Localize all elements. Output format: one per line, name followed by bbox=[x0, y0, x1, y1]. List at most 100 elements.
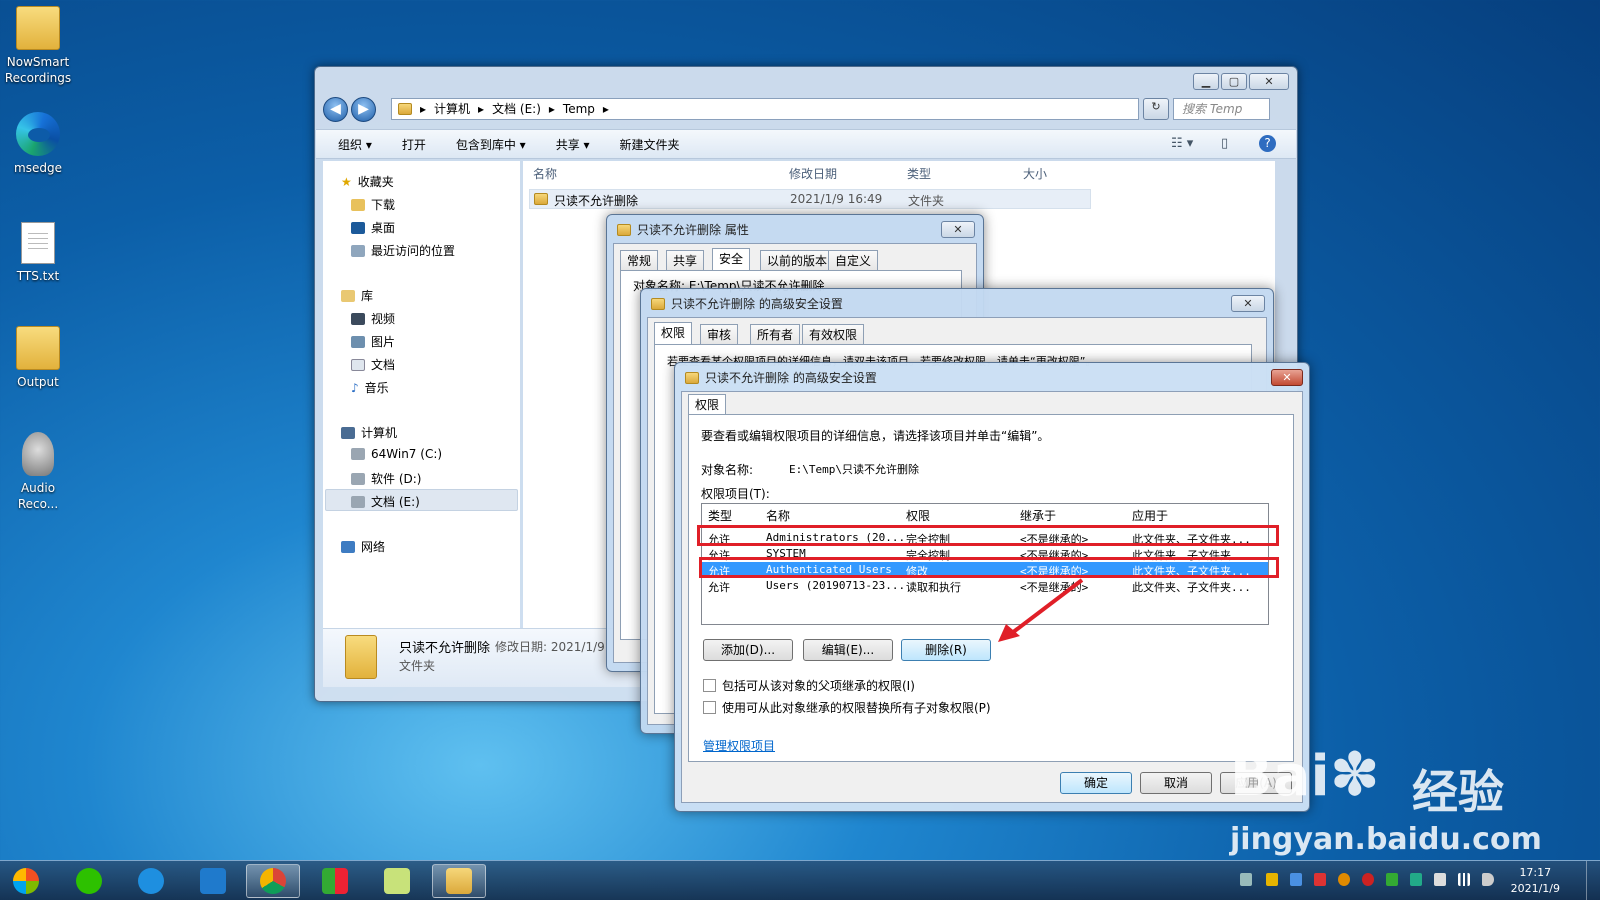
search-input[interactable]: 搜索 Temp bbox=[1173, 98, 1270, 120]
recent-places-icon bbox=[351, 244, 365, 257]
folder-icon bbox=[16, 326, 60, 370]
manage-permissions-link[interactable]: 管理权限项目 bbox=[703, 737, 775, 754]
tab-auditing[interactable]: 审核 bbox=[700, 324, 739, 344]
taskbar-wechat[interactable] bbox=[62, 864, 116, 898]
tab-permissions[interactable]: 权限 bbox=[688, 394, 727, 416]
refresh-button[interactable]: ↻ bbox=[1143, 98, 1169, 120]
taskbar-ie[interactable] bbox=[124, 864, 178, 898]
action-center-icon[interactable] bbox=[1434, 873, 1446, 886]
organize-button[interactable]: 组织 ▾ bbox=[338, 136, 372, 153]
maximize-button[interactable]: ▢ bbox=[1221, 73, 1247, 90]
header-name[interactable]: 名称 bbox=[766, 507, 790, 524]
desktop-icon-label: msedge bbox=[14, 161, 62, 175]
tab-security[interactable]: 安全 bbox=[712, 248, 751, 270]
close-button[interactable]: ✕ bbox=[1271, 369, 1303, 386]
taskbar-explorer[interactable] bbox=[432, 864, 486, 898]
nav-videos[interactable]: 视频 bbox=[351, 310, 395, 327]
tab-customize[interactable]: 自定义 bbox=[828, 250, 879, 270]
tray-app-icon[interactable] bbox=[1290, 873, 1302, 886]
include-inheritable-checkbox[interactable]: 包括可从该对象的父项继承的权限(I) bbox=[703, 677, 915, 694]
tab-previous-versions[interactable]: 以前的版本 bbox=[760, 250, 835, 270]
table-row[interactable]: 允许 Users (20190713-23... 读取和执行 <不是继承的> 此文件夹、… bbox=[702, 578, 1268, 594]
desktop-icon-label: NowSmart Recordings bbox=[4, 55, 72, 85]
breadcrumb-drive[interactable]: 文档 (E:) bbox=[492, 99, 541, 119]
taskbar-vscode[interactable] bbox=[186, 864, 240, 898]
preview-pane-icon[interactable]: ▯ bbox=[1221, 136, 1228, 151]
nav-downloads[interactable]: 下载 bbox=[351, 196, 395, 213]
nav-drive-d[interactable]: 软件 (D:) bbox=[351, 470, 421, 487]
nav-drive-c[interactable]: 64Win7 (C:) bbox=[351, 447, 442, 461]
open-button[interactable]: 打开 bbox=[402, 136, 426, 153]
close-button[interactable]: ✕ bbox=[1231, 295, 1265, 312]
remove-button[interactable]: 删除(R) bbox=[901, 639, 991, 661]
tab-sharing[interactable]: 共享 bbox=[666, 250, 705, 270]
edit-button[interactable]: 编辑(E)... bbox=[803, 639, 893, 661]
network-icon bbox=[341, 540, 355, 553]
tray-app-icon[interactable] bbox=[1362, 873, 1374, 886]
tab-general[interactable]: 常规 bbox=[620, 250, 659, 270]
desktop-icon-msedge[interactable]: msedge bbox=[0, 112, 76, 176]
new-folder-button[interactable]: 新建文件夹 bbox=[620, 136, 680, 153]
view-options-icon[interactable]: ☷ ▾ bbox=[1171, 136, 1193, 151]
tray-app-icon[interactable] bbox=[1314, 873, 1326, 886]
header-applies-to[interactable]: 应用于 bbox=[1132, 507, 1168, 524]
nav-music[interactable]: ♪ 音乐 bbox=[351, 379, 389, 396]
address-bar[interactable]: ▸ 计算机 ▸ 文档 (E:) ▸ Temp ▸ bbox=[391, 98, 1139, 120]
taskbar-chrome[interactable] bbox=[246, 864, 300, 898]
library-icon bbox=[341, 289, 355, 302]
nav-drive-e[interactable]: 文档 (E:) bbox=[351, 493, 420, 510]
folder-icon bbox=[685, 371, 699, 384]
security-icon[interactable] bbox=[1386, 873, 1398, 886]
desktop-icon-nowsmart[interactable]: NowSmart Recordings bbox=[0, 6, 76, 86]
forward-button[interactable]: ▶ bbox=[351, 97, 376, 122]
tray-app-icon[interactable] bbox=[1410, 873, 1422, 886]
nav-network[interactable]: 网络 bbox=[341, 538, 385, 555]
cancel-button[interactable]: 取消 bbox=[1140, 772, 1212, 794]
minimize-button[interactable]: ▁ bbox=[1193, 73, 1219, 90]
tab-effective-permissions[interactable]: 有效权限 bbox=[802, 324, 865, 344]
replace-child-permissions-checkbox[interactable]: 使用可从此对象继承的权限替换所有子对象权限(P) bbox=[703, 699, 991, 716]
header-permission[interactable]: 权限 bbox=[906, 507, 930, 524]
help-icon[interactable]: ? bbox=[1259, 135, 1276, 152]
tab-permissions[interactable]: 权限 bbox=[654, 322, 693, 344]
details-type: 文件夹 bbox=[399, 659, 436, 673]
close-button[interactable]: ✕ bbox=[941, 221, 975, 238]
header-type[interactable]: 类型 bbox=[708, 507, 732, 524]
keyboard-icon[interactable] bbox=[1240, 873, 1252, 886]
desktop-icon-output[interactable]: Output bbox=[0, 326, 76, 390]
search-tray-icon[interactable] bbox=[1338, 873, 1350, 886]
column-date[interactable]: 修改日期 bbox=[789, 165, 837, 182]
nav-documents[interactable]: 文档 bbox=[351, 356, 395, 373]
close-button[interactable]: ✕ bbox=[1249, 73, 1289, 90]
nav-recent[interactable]: 最近访问的位置 bbox=[351, 242, 455, 259]
document-icon bbox=[351, 358, 365, 371]
column-size[interactable]: 大小 bbox=[1023, 165, 1047, 182]
tab-owner[interactable]: 所有者 bbox=[750, 324, 801, 344]
share-button[interactable]: 共享 ▾ bbox=[556, 136, 590, 153]
desktop-icon-tts[interactable]: TTS.txt bbox=[0, 222, 76, 284]
volume-icon[interactable] bbox=[1482, 873, 1494, 886]
taskbar-app[interactable] bbox=[308, 864, 362, 898]
header-inherited-from[interactable]: 继承于 bbox=[1020, 507, 1056, 524]
start-button[interactable] bbox=[2, 864, 50, 898]
back-button[interactable]: ◀ bbox=[323, 97, 348, 122]
file-row[interactable]: 只读不允许删除 2021/1/9 16:49 文件夹 bbox=[529, 189, 1091, 209]
nav-desktop[interactable]: 桌面 bbox=[351, 219, 395, 236]
add-button[interactable]: 添加(D)... bbox=[703, 639, 793, 661]
shield-icon[interactable] bbox=[1266, 873, 1278, 886]
column-name[interactable]: 名称 bbox=[533, 165, 557, 182]
network-signal-icon[interactable] bbox=[1458, 873, 1470, 886]
breadcrumb-temp[interactable]: Temp bbox=[563, 99, 595, 119]
clock[interactable]: 17:17 2021/1/9 bbox=[1511, 865, 1560, 897]
ok-button[interactable]: 确定 bbox=[1060, 772, 1132, 794]
taskbar-notepad[interactable] bbox=[370, 864, 424, 898]
desktop-icon-audio[interactable]: Audio Reco... bbox=[0, 432, 76, 512]
breadcrumb-computer[interactable]: 计算机 bbox=[434, 99, 470, 119]
column-type[interactable]: 类型 bbox=[907, 165, 931, 182]
nav-libraries[interactable]: 库 bbox=[341, 287, 373, 304]
nav-computer[interactable]: 计算机 bbox=[341, 424, 397, 441]
show-desktop-button[interactable] bbox=[1586, 861, 1600, 900]
include-in-library-button[interactable]: 包含到库中 ▾ bbox=[456, 136, 526, 153]
nav-favorites[interactable]: ★ 收藏夹 bbox=[341, 173, 394, 190]
nav-pictures[interactable]: 图片 bbox=[351, 333, 395, 350]
